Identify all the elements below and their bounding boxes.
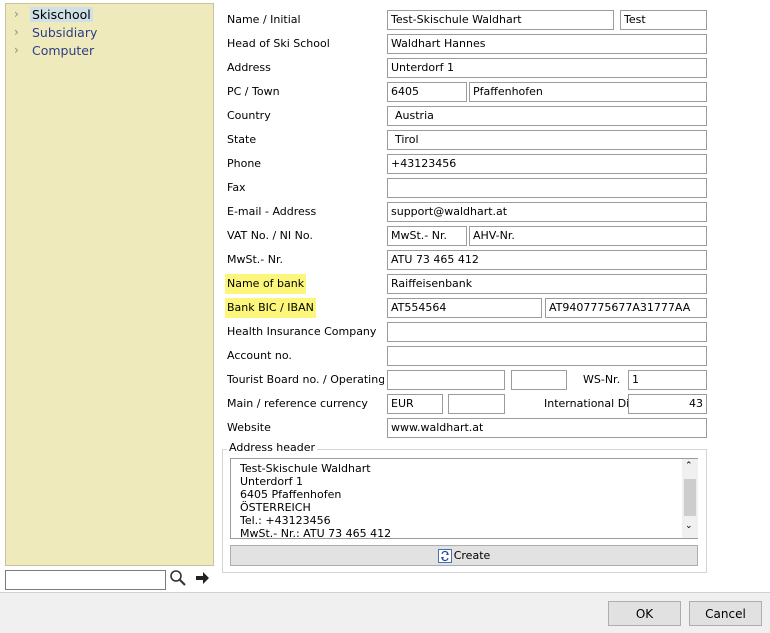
scroll-down-icon[interactable]: ⌄ (685, 521, 693, 531)
create-button[interactable]: Create (230, 545, 698, 566)
arrow-right-icon[interactable] (194, 569, 211, 592)
email-input[interactable]: support@waldhart.at (387, 202, 707, 222)
tourist-label: Tourist Board no. / Operating mo (227, 373, 384, 386)
bank-bic-iban-label: Bank BIC / IBAN (225, 298, 316, 318)
magnifier-icon[interactable] (169, 569, 187, 592)
tree-item-skischool[interactable]: › Skischool (14, 5, 93, 23)
head-input[interactable]: Waldhart Hannes (387, 34, 707, 54)
tree-search-input[interactable] (5, 570, 166, 590)
mwst-label: MwSt.- Nr. (227, 253, 283, 266)
bank-name-label: Name of bank (225, 274, 307, 294)
website-input[interactable]: www.waldhart.at (387, 418, 707, 438)
address-input[interactable]: Unterdorf 1 (387, 58, 707, 78)
tourist-input[interactable] (387, 370, 505, 390)
address-header-textarea[interactable]: Test-Skischule Waldhart Unterdorf 1 6405… (230, 458, 698, 539)
dial-input[interactable]: 43 (628, 394, 707, 414)
address-scrollbar[interactable]: ⌃ ⌄ (682, 459, 698, 538)
state-select[interactable]: Tirol (387, 130, 707, 150)
address-line: ÖSTERREICH (240, 501, 311, 514)
tree-item-label: Subsidiary (32, 24, 98, 40)
website-label: Website (227, 421, 271, 434)
bic-input[interactable]: AT554564 (387, 298, 542, 318)
address-line: Test-Skischule Waldhart (240, 462, 371, 475)
tree-panel: › Skischool › Subsidiary › Computer (5, 3, 214, 566)
phone-label: Phone (227, 157, 262, 170)
ws-label: WS-Nr. (583, 373, 621, 386)
tree-item-subsidiary[interactable]: › Subsidiary (14, 23, 99, 41)
scroll-up-icon[interactable]: ⌃ (685, 461, 693, 471)
vat-input[interactable]: MwSt.- Nr. (387, 226, 467, 246)
email-label: E-mail - Address (227, 205, 317, 218)
country-label: Country (227, 109, 271, 122)
country-select[interactable]: Austria (387, 106, 707, 126)
pc-town-label: PC / Town (227, 85, 280, 98)
currency-label: Main / reference currency (227, 397, 368, 410)
address-line: Unterdorf 1 (240, 475, 304, 488)
chevron-right-icon[interactable]: › (14, 7, 24, 21)
name-input[interactable]: Test-Skischule Waldhart (387, 10, 614, 30)
state-label: State (227, 133, 257, 146)
address-header-legend: Address header (227, 441, 318, 454)
scroll-thumb[interactable] (684, 479, 696, 516)
initial-input[interactable]: Test (620, 10, 707, 30)
town-input[interactable]: Pfaffenhofen (469, 82, 707, 102)
main-currency-input[interactable]: EUR (387, 394, 443, 414)
tree-item-label: Computer (32, 42, 95, 58)
address-line: MwSt.- Nr.: ATU 73 465 412 (240, 527, 392, 538)
address-label: Address (227, 61, 271, 74)
vat-ni-label: VAT No. / NI No. (227, 229, 313, 242)
create-button-label: Create (453, 549, 491, 562)
cancel-button[interactable]: Cancel (689, 601, 762, 626)
dial-label: International Diall (544, 397, 628, 410)
ok-button[interactable]: OK (608, 601, 681, 626)
ni-input[interactable]: AHV-Nr. (469, 226, 707, 246)
ws-input[interactable]: 1 (628, 370, 707, 390)
fax-label: Fax (227, 181, 246, 194)
account-label: Account no. (227, 349, 292, 362)
tree-item-label: Skischool (30, 6, 93, 22)
account-input[interactable] (387, 346, 707, 366)
head-label: Head of Ski School (227, 37, 330, 50)
refresh-icon (437, 548, 452, 563)
chevron-right-icon[interactable]: › (14, 25, 24, 39)
health-input[interactable] (387, 322, 707, 342)
operating-input[interactable] (511, 370, 567, 390)
chevron-right-icon[interactable]: › (14, 43, 24, 57)
mwst-input[interactable]: ATU 73 465 412 (387, 250, 707, 270)
fax-input[interactable] (387, 178, 707, 198)
address-line: 6405 Pfaffenhofen (240, 488, 342, 501)
health-label: Health Insurance Company (227, 325, 377, 338)
address-line: Tel.: +43123456 (240, 514, 331, 527)
reference-currency-input[interactable] (448, 394, 505, 414)
name-initial-label: Name / Initial (227, 13, 301, 26)
bank-name-input[interactable]: Raiffeisenbank (387, 274, 707, 294)
iban-input[interactable]: AT9407775677A31777AA (545, 298, 707, 318)
pc-input[interactable]: 6405 (387, 82, 467, 102)
phone-input[interactable]: +43123456 (387, 154, 707, 174)
tree-item-computer[interactable]: › Computer (14, 41, 96, 59)
